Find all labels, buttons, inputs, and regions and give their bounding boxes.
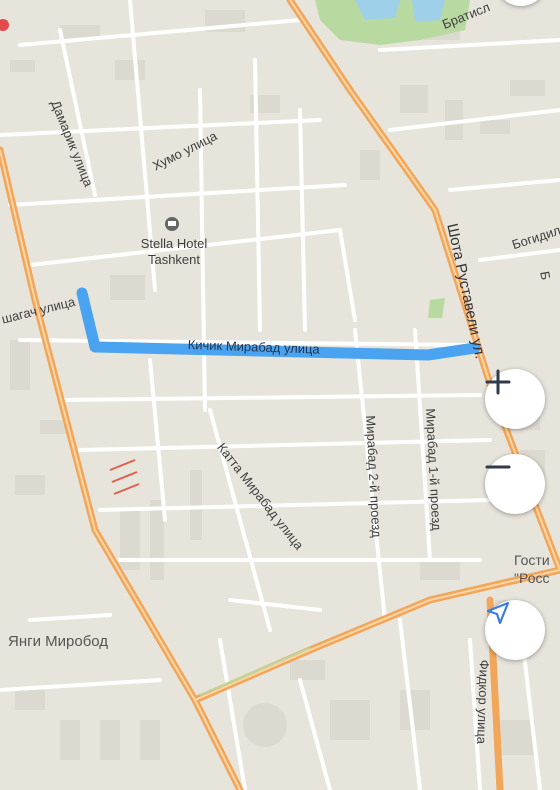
hotel-bed-icon [165,217,179,231]
hotel-rossiya-label-bottom: "Росс [514,570,550,586]
map-view[interactable]: Братисл Богидил Дамарик улица Хумо улица… [0,0,560,790]
my-location-button[interactable] [485,600,545,660]
district-label-yangi-mirobod: Янги Миробод [8,633,109,650]
zoom-out-button[interactable] [485,454,545,514]
minus-icon [485,465,511,469]
hotel-label: Stella Hotel Tashkent [140,236,208,267]
plus-icon [485,369,511,395]
navigation-arrow-icon [486,601,510,625]
hotel-rossiya-label-top: Гости [514,552,550,568]
zoom-in-button[interactable] [485,369,545,429]
street-label-fidkor: Фидкор улица [474,659,492,745]
